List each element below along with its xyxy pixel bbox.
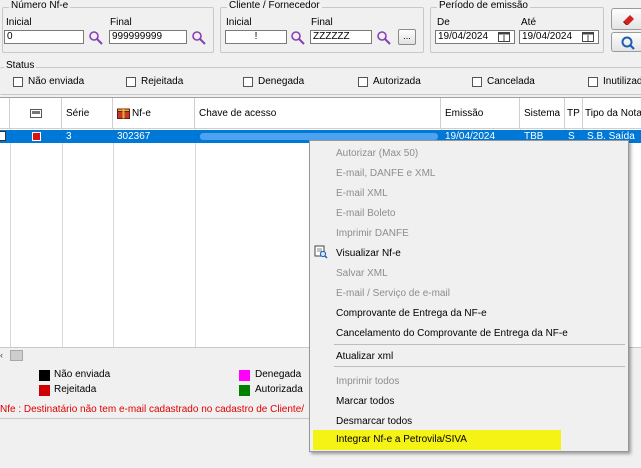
status-checkbox-nao-enviada[interactable] — [13, 77, 23, 87]
calendar-icon[interactable] — [498, 32, 510, 42]
nfe-final-label: Final — [110, 17, 132, 28]
cliente-final-label: Final — [311, 17, 333, 28]
grid-header-email[interactable] — [10, 98, 62, 129]
periodo-legend: Período de emissão — [437, 0, 530, 11]
menu-item-visualizar-nfe[interactable]: Visualizar Nf-e — [336, 248, 401, 259]
menu-item-atualizar-xml[interactable]: Atualizar xml — [336, 351, 393, 362]
cell-serie: 3 — [66, 131, 72, 142]
menu-item-integrar-petrovila[interactable]: Integrar Nf-e a Petrovila/SIVA — [336, 434, 467, 445]
nfe-inicial-input[interactable]: 0 — [4, 30, 84, 44]
status-label-inutilizada: Inutilizad — [603, 76, 641, 87]
view-document-icon — [314, 245, 328, 259]
menu-item-desmarcar-todos[interactable]: Desmarcar todos — [336, 416, 412, 427]
status-checkbox-denegada[interactable] — [243, 77, 253, 87]
cliente-final-input[interactable]: ZZZZZZ — [310, 30, 372, 44]
gift-icon — [117, 108, 130, 119]
search-icon[interactable] — [376, 30, 392, 46]
email-icon — [30, 109, 42, 118]
nfe-inicial-label: Inicial — [6, 17, 32, 28]
menu-separator — [334, 366, 625, 367]
cliente-inicial-input[interactable]: ! — [225, 30, 287, 44]
grid-header-tipo[interactable]: Tipo da Nota — [583, 98, 641, 129]
menu-separator — [334, 344, 625, 345]
grid-header-chave[interactable]: Chave de acesso — [195, 98, 441, 129]
grid-header-tipo-label: Tipo da Nota — [585, 108, 641, 119]
status-checkbox-cancelada[interactable] — [472, 77, 482, 87]
status-group: Status — [0, 60, 641, 95]
menu-item-imprimir-todos[interactable]: Imprimir todos — [336, 376, 399, 387]
scroll-left-icon[interactable]: ‹ — [0, 350, 9, 360]
legend-label-rejeitada: Rejeitada — [54, 384, 97, 395]
calendar-icon[interactable] — [582, 32, 594, 42]
menu-item-autorizar[interactable]: Autorizar (Max 50) — [336, 148, 418, 159]
search-icon[interactable] — [88, 30, 104, 46]
grid-header-tp-label: TP — [567, 108, 580, 119]
grid-header-chave-label: Chave de acesso — [199, 108, 277, 119]
status-legend: Status — [4, 60, 37, 71]
grid-header-serie-label: Série — [66, 108, 90, 119]
grid-header-indicator — [0, 98, 10, 129]
grid-header-tp[interactable]: TP — [565, 98, 583, 129]
search-icon[interactable] — [290, 30, 306, 46]
search-button[interactable] — [611, 32, 641, 52]
legend-swatch-denegada — [239, 370, 250, 381]
row-status-indicator — [32, 132, 41, 141]
status-label-nao-enviada: Não enviada — [28, 76, 85, 87]
menu-item-email-danfe-xml[interactable]: E-mail, DANFE e XML — [336, 168, 435, 179]
menu-item-email-boleto[interactable]: E-mail Boleto — [336, 208, 395, 219]
cliente-inicial-label: Inicial — [226, 17, 252, 28]
clear-button[interactable] — [611, 8, 641, 30]
status-label-rejeitada: Rejeitada — [141, 76, 184, 87]
grid-header-serie[interactable]: Série — [62, 98, 113, 129]
bottom-divider — [0, 418, 310, 419]
context-menu: Autorizar (Max 50) E-mail, DANFE e XML E… — [309, 140, 629, 452]
scrollbar-thumb[interactable] — [10, 350, 23, 361]
grid-header-sistema-label: Sistema — [524, 108, 561, 119]
menu-item-imprimir-danfe[interactable]: Imprimir DANFE — [336, 228, 409, 239]
status-label-autorizada: Autorizada — [373, 76, 421, 87]
legend-swatch-autorizada — [239, 385, 250, 396]
search-icon[interactable] — [191, 30, 207, 46]
error-message: Nfe : Destinatário não tem e-mail cadast… — [0, 404, 305, 415]
status-label-cancelada: Cancelada — [487, 76, 535, 87]
periodo-de-label: De — [437, 17, 450, 28]
nfe-final-input[interactable]: 999999999 — [109, 30, 187, 44]
cell-chave-redacted — [200, 133, 438, 140]
eraser-icon — [623, 15, 634, 25]
cliente-lookup-button[interactable]: ... — [398, 29, 416, 45]
cell-nfe: 302367 — [117, 131, 151, 142]
menu-item-cancelamento-comprovante[interactable]: Cancelamento do Comprovante de Entrega d… — [336, 328, 568, 339]
menu-item-email-xml[interactable]: E-mail XML — [336, 188, 388, 199]
status-checkbox-rejeitada[interactable] — [126, 77, 136, 87]
grid-header-nfe[interactable]: Nf-e — [113, 98, 195, 129]
grid-header-emissao[interactable]: Emissão — [441, 98, 520, 129]
grid-header-nfe-label: Nf-e — [132, 108, 151, 119]
search-icon — [621, 36, 635, 50]
menu-item-salvar-xml[interactable]: Salvar XML — [336, 268, 388, 279]
legend-swatch-nao-enviada — [39, 370, 50, 381]
menu-item-comprovante-entrega[interactable]: Comprovante de Entrega da NF-e — [336, 308, 487, 319]
grid-header-sistema[interactable]: Sistema — [520, 98, 565, 129]
numero-nfe-legend: Número Nf-e — [9, 0, 71, 11]
legend-swatch-rejeitada — [39, 385, 50, 396]
periodo-ate-label: Até — [521, 17, 537, 28]
grid-header-emissao-label: Emissão — [445, 108, 484, 119]
menu-item-email-servico[interactable]: E-mail / Serviço de e-mail — [336, 288, 450, 299]
row-checkbox[interactable] — [0, 131, 6, 141]
menu-item-marcar-todos[interactable]: Marcar todos — [336, 396, 394, 407]
status-label-denegada: Denegada — [258, 76, 305, 87]
legend-label-nao-enviada: Não enviada — [54, 369, 111, 380]
status-checkbox-autorizada[interactable] — [358, 77, 368, 87]
status-checkbox-inutilizada[interactable] — [588, 77, 598, 87]
cliente-legend: Cliente / Fornecedor — [227, 0, 322, 11]
legend-label-autorizada: Autorizada — [255, 384, 303, 395]
legend-label-denegada: Denegada — [255, 369, 302, 380]
